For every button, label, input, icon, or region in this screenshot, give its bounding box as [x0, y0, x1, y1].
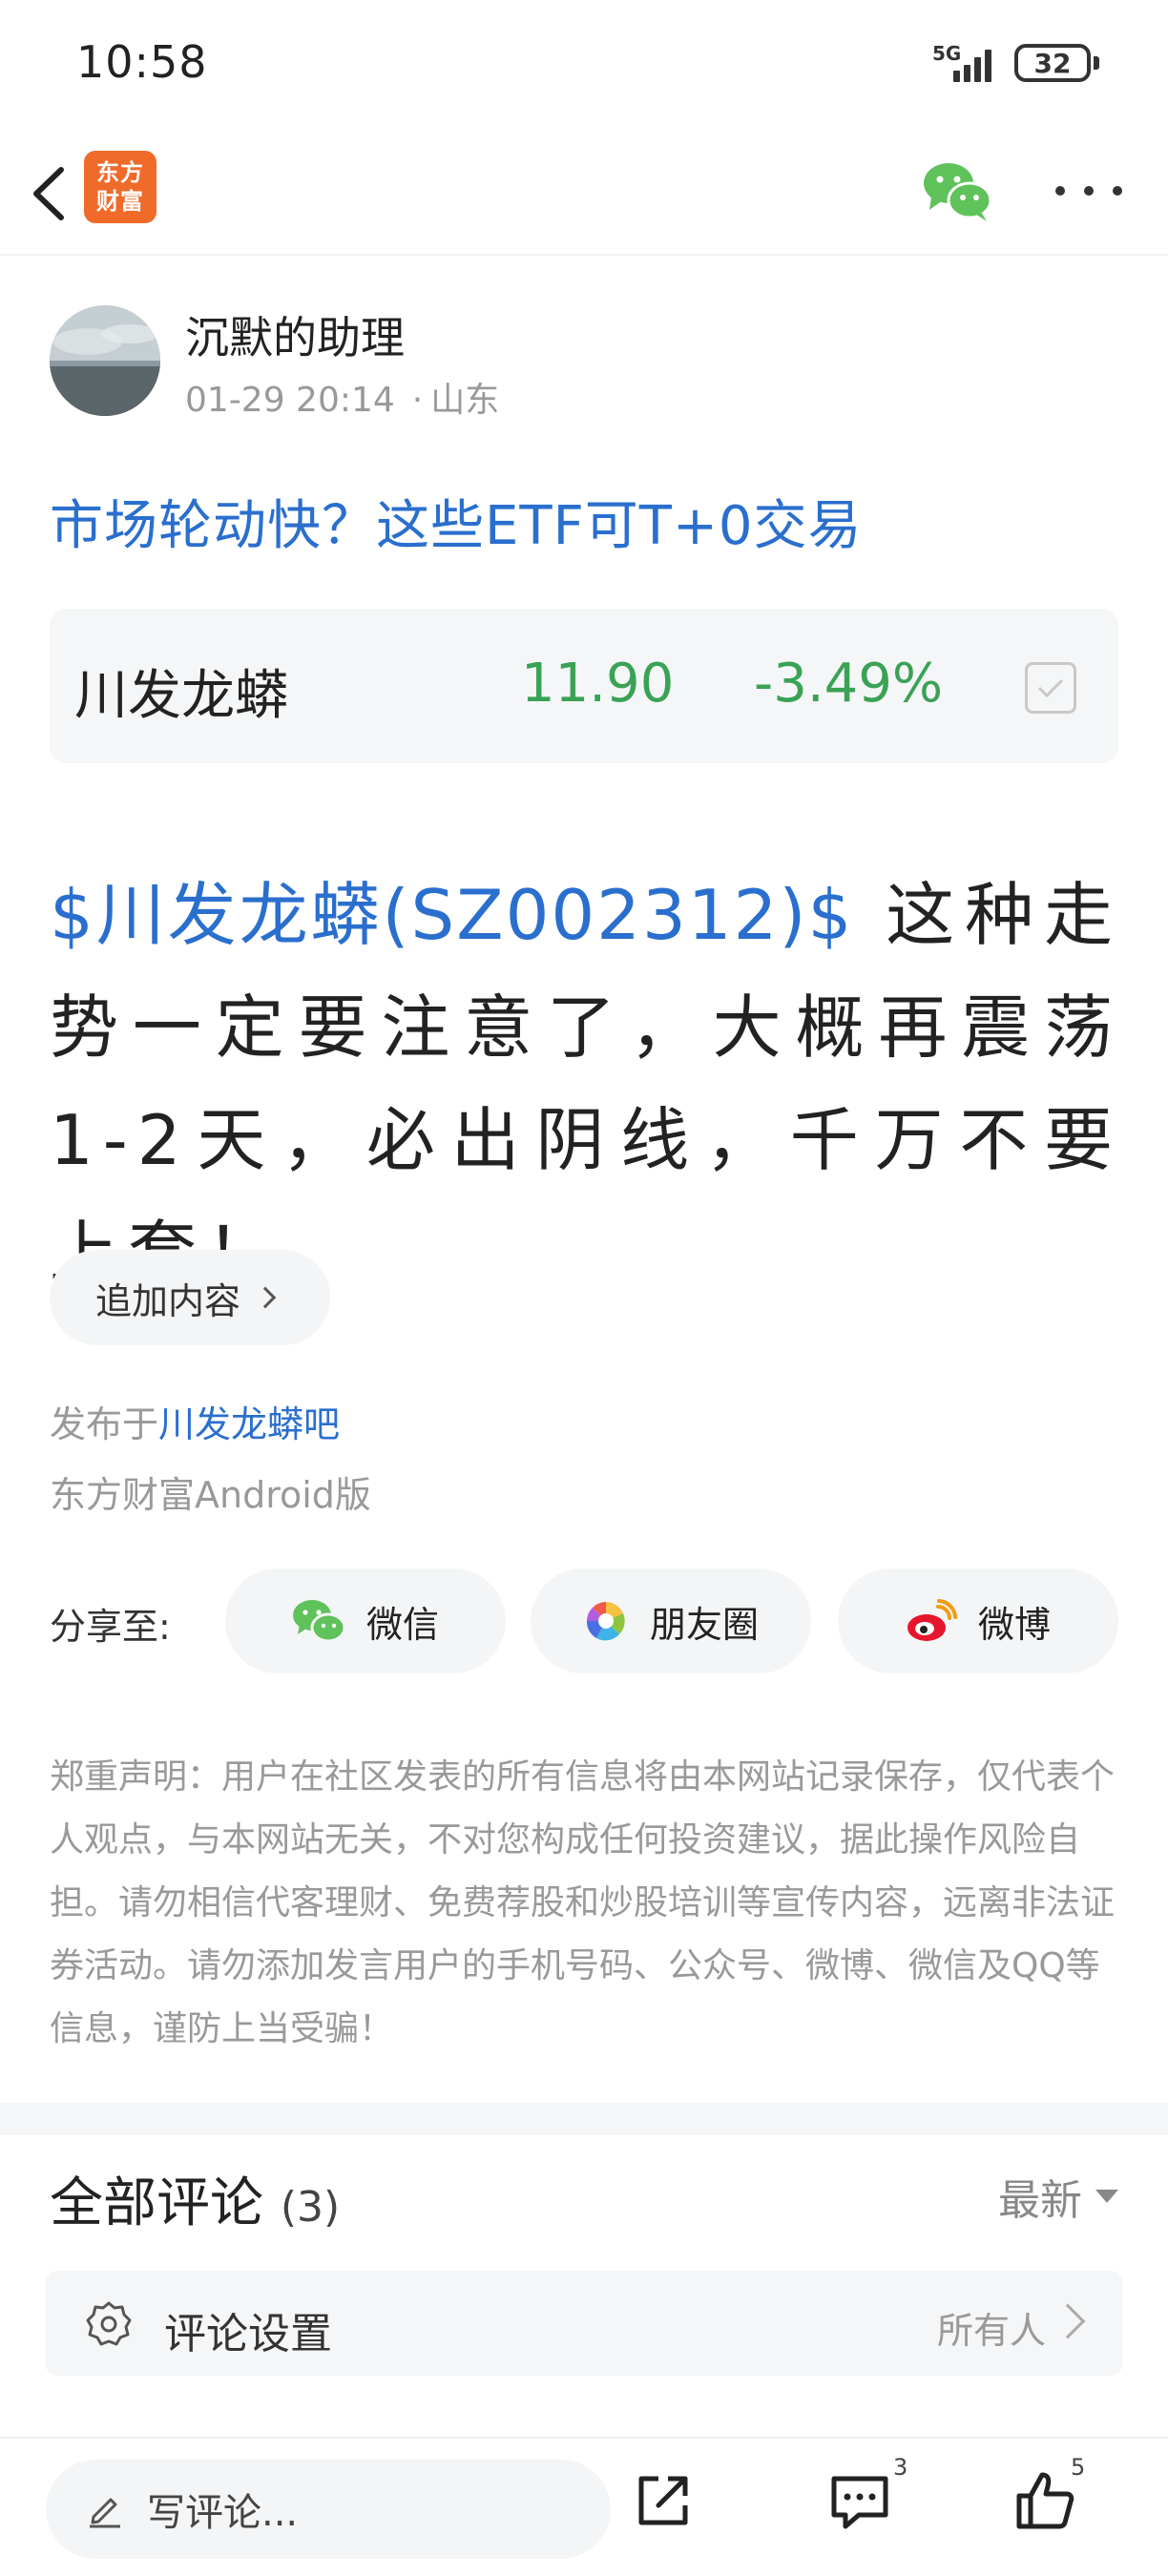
- battery-icon: 32: [1014, 44, 1099, 82]
- sort-dropdown[interactable]: 最新: [998, 2166, 1118, 2227]
- sort-label: 最新: [998, 2176, 1082, 2225]
- share-moments-label: 朋友圈: [649, 1603, 759, 1646]
- weibo-icon: [907, 1599, 957, 1641]
- comment-bubble-icon: [831, 2476, 888, 2529]
- moments-icon: [586, 1602, 625, 1641]
- stock-price: 11.90: [521, 653, 675, 715]
- post-location: 山东: [430, 381, 500, 420]
- author-header: 沉默的助理 01-29 20:14 · 山东: [50, 303, 1118, 420]
- share-weibo-button[interactable]: 微博: [838, 1568, 1118, 1673]
- share-wechat-button[interactable]: 微信: [225, 1568, 506, 1673]
- disclaimer-text: 郑重声明：用户在社区发表的所有信息将由本网站记录保存，仅代表个人观点，与本网站无…: [50, 1757, 1116, 2048]
- signal-icon: 5G: [932, 40, 1003, 86]
- bottom-toolbar: 写评论... 3 5: [0, 2437, 1168, 2576]
- comments-count: (3): [280, 2183, 341, 2232]
- caret-down-icon: [1095, 2190, 1118, 2203]
- write-comment-placeholder: 写评论...: [147, 2491, 299, 2535]
- like-button[interactable]: 5: [1012, 2454, 1097, 2553]
- meta-separator: ·: [411, 381, 424, 420]
- thumbs-up-icon: [1016, 2472, 1074, 2529]
- append-content-label: 追加内容: [95, 1279, 241, 1322]
- comments-title: 全部评论: [50, 2172, 263, 2234]
- add-watchlist-checkbox-icon[interactable]: [1025, 662, 1076, 714]
- post-meta: 01-29 20:14 · 山东: [185, 372, 499, 422]
- status-bar: 10:58 5G 32: [0, 0, 1168, 134]
- comments-button[interactable]: 3: [826, 2454, 912, 2553]
- share-row: 分享至: 微信 朋友圈 微博: [50, 1568, 1118, 1673]
- chevron-right-icon: [254, 1286, 277, 1309]
- comments-badge: 3: [893, 2454, 908, 2481]
- share-external-icon: [638, 2476, 688, 2525]
- comment-settings-label: 评论设置: [164, 2310, 332, 2358]
- share-button[interactable]: [630, 2467, 716, 2553]
- post-time: 01-29 20:14: [185, 381, 395, 420]
- status-icons: 5G 32: [932, 40, 1099, 86]
- stock-bar-link[interactable]: 川发龙蟒吧: [158, 1403, 340, 1445]
- author-name[interactable]: 沉默的助理: [185, 303, 405, 366]
- likes-badge: 5: [1071, 2454, 1086, 2481]
- stock-name: 川发龙蟒: [74, 665, 288, 727]
- wechat-share-icon[interactable]: [922, 158, 992, 223]
- share-moments-button[interactable]: 朋友圈: [531, 1568, 811, 1673]
- author-avatar[interactable]: [50, 305, 160, 416]
- stock-change: -3.49%: [754, 653, 944, 715]
- gear-icon: [86, 2301, 132, 2346]
- published-in: 发布于川发龙蟒吧: [50, 1395, 340, 1447]
- top-nav-bar: 东方 财富: [0, 134, 1168, 256]
- share-label: 分享至:: [50, 1606, 171, 1648]
- write-comment-input[interactable]: 写评论...: [46, 2460, 611, 2559]
- back-button[interactable]: [21, 158, 88, 229]
- comment-settings-row[interactable]: 评论设置 所有人: [46, 2271, 1122, 2376]
- more-icon: [1055, 186, 1065, 196]
- stock-mention-link[interactable]: $川发龙蟒(SZ002312)$: [50, 875, 853, 955]
- share-weibo-label: 微博: [977, 1603, 1051, 1646]
- status-time: 10:58: [76, 36, 208, 88]
- published-prefix: 发布于: [50, 1403, 159, 1445]
- app-logo[interactable]: 东方 财富: [84, 151, 156, 223]
- client-source: 东方财富Android版: [50, 1474, 371, 1516]
- more-options-button[interactable]: [1055, 172, 1122, 210]
- section-divider: [0, 2103, 1168, 2135]
- comments-header: 全部评论 (3): [50, 2160, 340, 2237]
- post-body: $川发龙蟒(SZ002312)$ 这种走势一定要注意了，大概再震荡1-2天，必出…: [50, 859, 1122, 1309]
- share-wechat-label: 微信: [365, 1603, 439, 1646]
- promo-title-link[interactable]: 市场轮动快？这些ETF可T+0交易: [50, 483, 863, 560]
- comment-settings-value: 所有人: [936, 2310, 1046, 2352]
- wechat-icon: [292, 1600, 345, 1643]
- battery-level: 32: [1014, 44, 1091, 82]
- back-arrow-icon: [33, 167, 64, 220]
- chevron-right-icon: [1050, 2303, 1086, 2339]
- append-content-button[interactable]: 追加内容: [50, 1250, 330, 1345]
- stock-quote-card[interactable]: 川发龙蟒 11.90 -3.49%: [50, 609, 1118, 763]
- pencil-icon: [90, 2498, 120, 2528]
